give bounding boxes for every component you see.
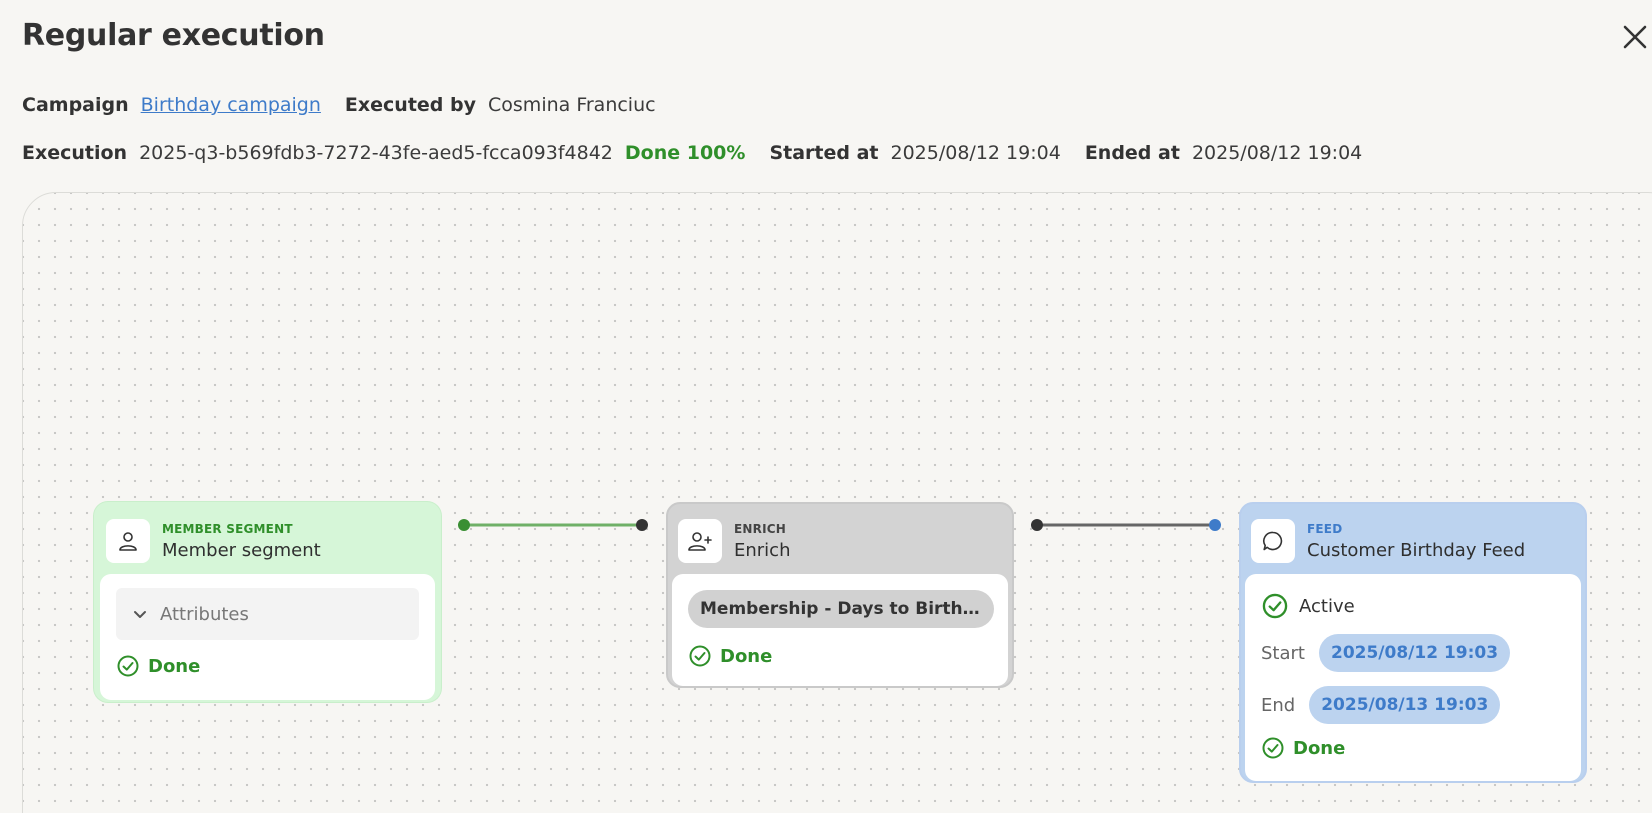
feed-end-row: End 2025/08/13 19:03 [1261,686,1565,724]
attributes-label: Attributes [160,603,249,625]
attributes-toggle[interactable]: Attributes [116,588,419,640]
executed-by-label: Executed by [344,94,477,116]
meta-row-execution: Execution 2025-q3-b569fdb3-7272-43fe-aed… [22,142,1386,164]
start-label: Start [1261,642,1305,664]
campaign-link[interactable]: Birthday campaign [141,94,321,116]
connector-enrich-feed [1031,519,1221,531]
node-header: FEED Customer Birthday Feed [1245,508,1581,574]
member-segment-node[interactable]: MEMBER SEGMENT Member segment Attributes… [94,502,441,702]
campaign-label: Campaign [22,94,129,116]
check-circle-icon [689,645,711,667]
chat-bubble-icon [1251,519,1295,563]
user-icon [106,519,150,563]
status-text: Done [720,645,773,667]
enrich-node[interactable]: ENRICH Enrich Membership - Days to Birth… [666,502,1014,688]
status-text: Done [1293,737,1346,759]
node-header: MEMBER SEGMENT Member segment [100,508,435,574]
ended-at-label: Ended at [1084,142,1180,164]
execution-id: 2025-q3-b569fdb3-7272-43fe-aed5-fcca093f… [139,142,613,164]
node-body: Active Start 2025/08/12 19:03 End 2025/0… [1245,574,1581,781]
node-kind-label: FEED [1307,521,1343,536]
start-date-pill: 2025/08/12 19:03 [1318,634,1511,672]
status-done: Done [688,644,992,668]
node-name: Member segment [162,539,321,561]
node-kind-label: ENRICH [734,521,786,536]
node-titles: ENRICH Enrich [734,522,791,561]
enrich-attribute-pill[interactable]: Membership - Days to Birthday [688,590,994,628]
node-titles: FEED Customer Birthday Feed [1307,522,1525,561]
node-name: Customer Birthday Feed [1307,539,1526,561]
feed-active-state: Active [1261,592,1565,620]
ended-at-value: 2025/08/12 19:04 [1191,142,1363,164]
meta-row-campaign: Campaign Birthday campaign Executed by C… [22,94,680,116]
end-date-pill: 2025/08/13 19:03 [1309,686,1501,724]
executed-by-value: Cosmina Franciuc [488,94,656,116]
node-name: Enrich [734,539,791,561]
node-header: ENRICH Enrich [672,508,1008,574]
started-at-label: Started at [769,142,879,164]
node-kind-label: MEMBER SEGMENT [162,521,293,536]
chevron-down-icon [134,611,146,618]
user-plus-icon [678,519,722,563]
execution-label: Execution [22,142,128,164]
node-titles: MEMBER SEGMENT Member segment [162,522,321,561]
check-circle-icon [1262,593,1288,619]
status-text: Done [148,655,201,677]
feed-node[interactable]: FEED Customer Birthday Feed Active Start… [1239,502,1587,783]
node-body: Attributes Done [100,574,435,700]
node-body: Membership - Days to Birthday Done [672,574,1008,686]
status-done: Done [1261,736,1565,760]
feed-start-row: Start 2025/08/12 19:03 [1261,634,1565,672]
close-icon[interactable] [1620,22,1650,52]
execution-status: Done 100% [624,142,746,164]
end-label: End [1261,694,1296,716]
active-text: Active [1299,595,1355,617]
started-at-value: 2025/08/12 19:04 [890,142,1061,164]
connector-segment-enrich [458,519,648,531]
check-circle-icon [1262,737,1284,759]
status-done: Done [116,654,419,678]
page-title: Regular execution [22,18,325,53]
check-circle-icon [117,655,139,677]
